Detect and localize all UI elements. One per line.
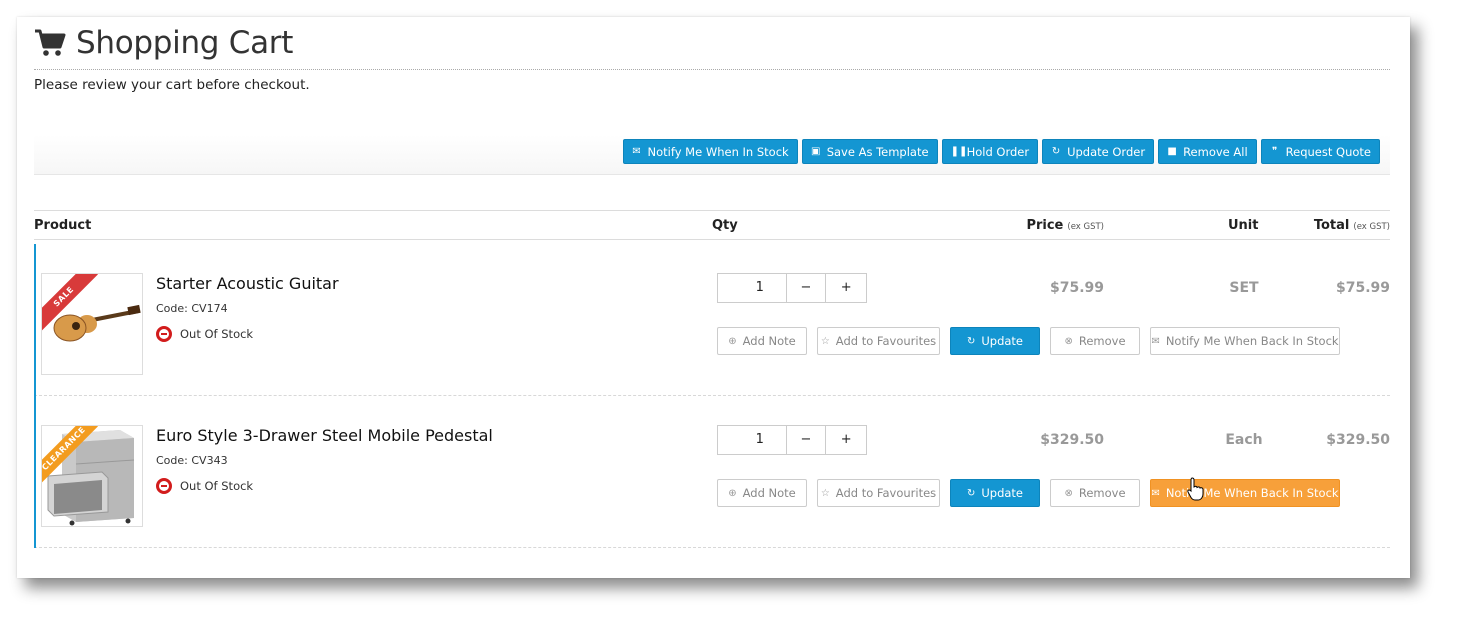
- plus-circle-icon: ⊕: [728, 335, 737, 347]
- remove-button[interactable]: ⊗ Remove: [1050, 479, 1140, 507]
- product-column-header: Product: [34, 218, 92, 233]
- product-code: Code: CV343: [156, 454, 228, 467]
- quantity-input[interactable]: 1: [718, 426, 787, 454]
- refresh-icon: ↻: [966, 487, 976, 499]
- item-total: $75.99: [1335, 280, 1390, 296]
- decrement-button[interactable]: −: [787, 426, 827, 454]
- cart-toolbar: ✉ Notify Me When In Stock ▣ Save As Temp…: [34, 135, 1390, 175]
- plus-circle-icon: ⊕: [728, 487, 737, 499]
- qty-column-header: Qty: [712, 218, 738, 233]
- shopping-cart-icon: [35, 29, 66, 56]
- item-unit: SET: [1229, 280, 1259, 296]
- remove-circle-icon: ⊗: [1064, 487, 1073, 499]
- product-image[interactable]: SALE: [41, 273, 143, 375]
- save-as-template-button[interactable]: ▣ Save As Template: [801, 139, 938, 164]
- trash-icon: ■: [1167, 145, 1177, 157]
- update-order-button[interactable]: ↻ Update Order: [1042, 139, 1155, 164]
- stock-status: Out Of Stock: [156, 478, 253, 494]
- quote-icon: ❞: [1271, 145, 1278, 157]
- add-note-button[interactable]: ⊕ Add Note: [717, 327, 807, 355]
- add-to-favourites-button[interactable]: ☆ Add to Favourites: [817, 327, 940, 355]
- notify-in-stock-button[interactable]: ✉ Notify Me When In Stock: [622, 139, 798, 164]
- title-divider: [34, 69, 1390, 70]
- row-accent: [34, 244, 36, 396]
- product-image[interactable]: CLEARANCE: [41, 425, 143, 527]
- stock-status: Out Of Stock: [156, 326, 253, 342]
- quantity-input[interactable]: 1: [718, 274, 787, 302]
- total-column-header: Total (ex GST): [1313, 218, 1390, 233]
- guitar-image: [53, 304, 141, 342]
- page-title: Shopping Cart: [76, 25, 294, 61]
- envelope-icon: ✉: [1151, 335, 1160, 347]
- save-icon: ▣: [810, 145, 821, 157]
- pedestal-image: [47, 430, 135, 526]
- out-of-stock-icon: [156, 326, 172, 342]
- cart-item-row: CLEARANCE Euro Style 3-Drawer Steel Mobi…: [34, 396, 1390, 548]
- notify-back-in-stock-button[interactable]: ✉ Notify Me When Back In Stock: [1150, 479, 1340, 507]
- remove-circle-icon: ⊗: [1064, 335, 1073, 347]
- pause-icon: ❚❚: [950, 145, 968, 157]
- item-price: $329.50: [1040, 432, 1104, 448]
- product-code: Code: CV174: [156, 302, 228, 315]
- cart-item-row: SALE Starter Acoustic Guitar Code: CV174…: [34, 244, 1390, 396]
- unit-column-header: Unit: [1228, 218, 1259, 233]
- product-name[interactable]: Starter Acoustic Guitar: [156, 274, 339, 293]
- item-price: $75.99: [1049, 280, 1104, 296]
- remove-button[interactable]: ⊗ Remove: [1050, 327, 1140, 355]
- out-of-stock-icon: [156, 478, 172, 494]
- hand-cursor-icon: [1187, 477, 1204, 501]
- remove-all-button[interactable]: ■ Remove All: [1158, 139, 1257, 164]
- star-icon: ☆: [820, 335, 830, 347]
- hold-order-button[interactable]: ❚❚ Hold Order: [941, 139, 1039, 164]
- increment-button[interactable]: +: [826, 426, 866, 454]
- row-accent: [34, 396, 36, 548]
- refresh-icon: ↻: [966, 335, 976, 347]
- update-button[interactable]: ↻ Update: [950, 479, 1040, 507]
- quantity-stepper: 1 − +: [717, 273, 867, 303]
- page-header: Shopping Cart: [34, 25, 293, 61]
- increment-button[interactable]: +: [826, 274, 866, 302]
- cart-table-header: Product Qty Price (ex GST) Unit Total (ex …: [34, 210, 1390, 240]
- notify-back-in-stock-button[interactable]: ✉ Notify Me When Back In Stock: [1150, 327, 1340, 355]
- update-button[interactable]: ↻ Update: [950, 327, 1040, 355]
- decrement-button[interactable]: −: [787, 274, 827, 302]
- star-icon: ☆: [820, 487, 830, 499]
- quantity-stepper: 1 − +: [717, 425, 867, 455]
- item-unit: Each: [1225, 432, 1263, 448]
- refresh-icon: ↻: [1051, 145, 1061, 157]
- envelope-icon: ✉: [632, 145, 641, 157]
- page-subtitle: Please review your cart before checkout.: [34, 77, 310, 93]
- request-quote-button[interactable]: ❞ Request Quote: [1260, 139, 1380, 164]
- add-note-button[interactable]: ⊕ Add Note: [717, 479, 807, 507]
- price-column-header: Price (ex GST): [1026, 218, 1104, 233]
- product-name[interactable]: Euro Style 3-Drawer Steel Mobile Pedesta…: [156, 426, 493, 445]
- envelope-icon: ✉: [1151, 487, 1160, 499]
- add-to-favourites-button[interactable]: ☆ Add to Favourites: [817, 479, 940, 507]
- item-total: $329.50: [1326, 432, 1390, 448]
